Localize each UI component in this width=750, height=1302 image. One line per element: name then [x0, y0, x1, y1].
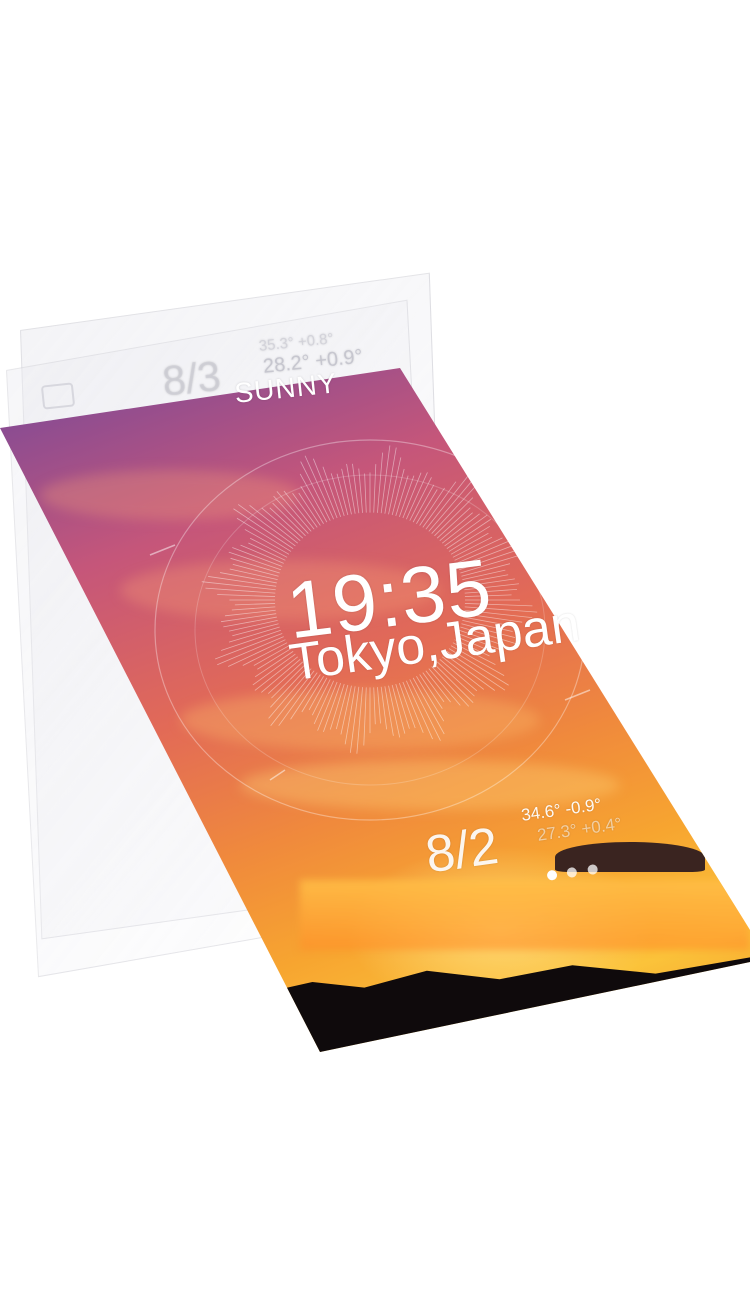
- camera-frame-icon: [40, 382, 76, 410]
- current-day-date: 8/2: [422, 816, 502, 885]
- app-mockup: 8/3 35.3° +0.8° 28.2° +0.9° SUNNY 19:35 …: [0, 0, 750, 1302]
- page-dot[interactable]: [546, 869, 558, 881]
- page-dot[interactable]: [586, 863, 599, 876]
- cloud: [40, 470, 300, 520]
- page-dot[interactable]: [566, 866, 578, 879]
- sea-reflection: [300, 880, 750, 950]
- cloud: [180, 690, 540, 750]
- city-silhouette: [250, 954, 750, 1052]
